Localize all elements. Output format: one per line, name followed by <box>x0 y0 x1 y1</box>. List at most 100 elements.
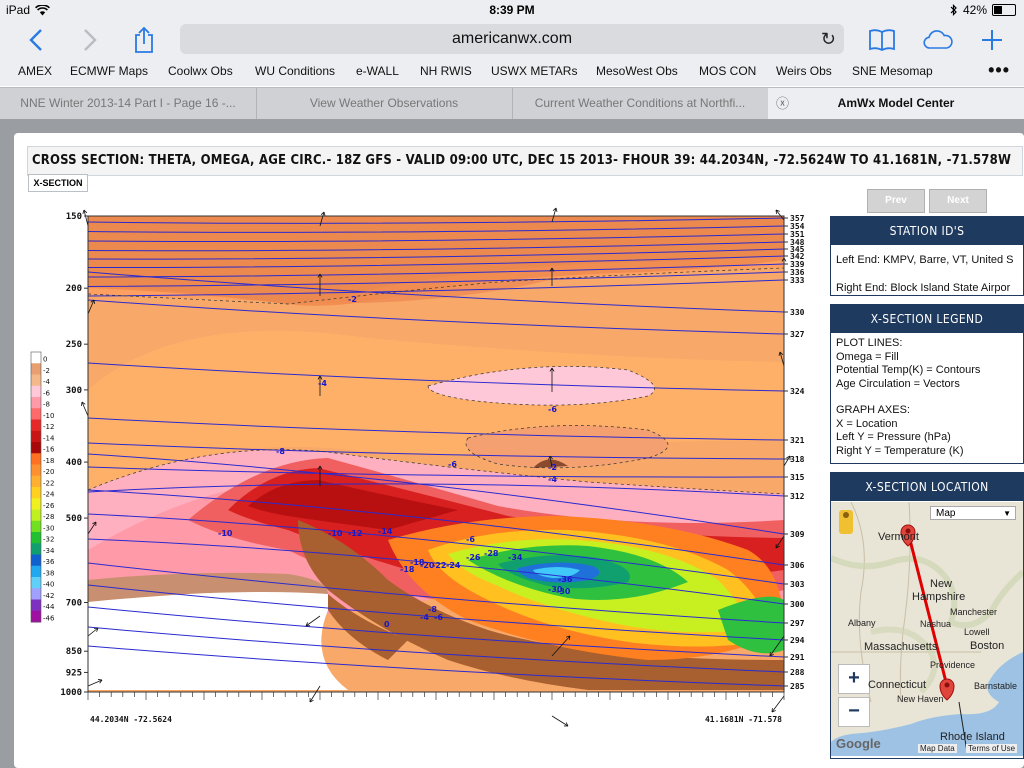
status-bar: iPad 8:39 PM 42% <box>0 0 1024 20</box>
tab-label: NNE Winter 2013-14 Part I - Page 16 -... <box>20 96 236 110</box>
tab-label: AmWx Model Center <box>837 96 955 110</box>
colorbar-label: -6 <box>43 389 51 397</box>
omega-contour-label: -6 <box>466 535 475 544</box>
colorbar-label: -38 <box>43 569 54 577</box>
station-id-body: Left End: KMPV, Barre, VT, United S Righ… <box>831 245 1023 299</box>
temperature-tick-label: 294 <box>790 636 805 645</box>
legend-line: Omega = Fill <box>836 350 899 363</box>
temperature-tick-label: 300 <box>790 600 805 609</box>
legend-line: Potential Temp(K) = Contours <box>836 364 981 376</box>
omega-contour-label: -26 <box>466 553 481 562</box>
temperature-tick-label: 285 <box>790 682 805 691</box>
forward-chevron-icon[interactable] <box>74 24 106 56</box>
bookmark-mesowest-obs[interactable]: MesoWest Obs <box>596 64 678 78</box>
temperature-tick-label: 306 <box>790 561 805 570</box>
legend-header: X-SECTION LEGEND <box>831 305 1023 333</box>
bookmark-sne-mesomap[interactable]: SNE Mesomap <box>852 64 933 78</box>
cloud-icon[interactable] <box>922 24 954 56</box>
zoom-in-button[interactable]: + <box>838 664 870 694</box>
bookmark-uswx-metars[interactable]: USWX METARs <box>491 64 577 78</box>
close-tab-icon[interactable]: ⓧ <box>776 88 789 119</box>
bookmark-coolwx-obs[interactable]: Coolwx Obs <box>168 64 233 78</box>
tab-amwx-model-center[interactable]: ⓧ AmWx Model Center <box>768 88 1024 119</box>
colorbar-swatch <box>31 599 41 612</box>
pressure-axis: 150 200 250 300 400 500 700 850 925 1000 <box>60 212 88 698</box>
temperature-tick-label: 312 <box>790 492 805 501</box>
omega-contour-label: 0 <box>384 620 390 629</box>
bookmark-weirs-obs[interactable]: Weirs Obs <box>776 64 832 78</box>
omega-contour-label: -24 <box>446 561 461 570</box>
battery-percent: 42% <box>962 3 987 17</box>
tab-view-weather-observations[interactable]: View Weather Observations <box>256 88 513 119</box>
terms-of-use-link[interactable]: Terms of Use <box>966 744 1018 753</box>
colorbar-label: -22 <box>43 479 54 487</box>
tab-current-weather-conditions[interactable]: Current Weather Conditions at Northfi... <box>512 88 769 119</box>
temperature-tick-label: 309 <box>790 530 805 539</box>
circulation-vector <box>771 695 785 713</box>
colorbar-swatch <box>31 610 41 623</box>
omega-contour-label: -10 <box>328 529 343 538</box>
next-button[interactable]: Next <box>929 189 987 213</box>
pressure-tick-label: 200 <box>66 284 82 294</box>
browser-toolbar: americanwx.com ↻ <box>0 20 1024 60</box>
colorbar-swatch <box>31 509 41 522</box>
omega-contour-label: -2 <box>548 463 557 472</box>
temperature-tick-label: 315 <box>790 473 805 482</box>
pressure-tick-label: 850 <box>66 647 82 657</box>
colorbar-swatch <box>31 464 41 477</box>
tab-nne-winter[interactable]: NNE Winter 2013-14 Part I - Page 16 -... <box>0 88 257 119</box>
bookmark-ecmwf-maps[interactable]: ECMWF Maps <box>70 64 148 78</box>
colorbar: 0 -2 -4 -6 -8 -10 -12 -14 -16 -18 -20 -22 -24 -26 -28 -… <box>30 351 55 623</box>
url-text: americanwx.com <box>451 30 573 47</box>
bookmark-nh-rwis[interactable]: NH RWIS <box>420 64 472 78</box>
share-icon[interactable] <box>128 24 160 56</box>
zoom-out-button[interactable]: − <box>838 697 870 727</box>
legend-line: PLOT LINES: <box>836 337 903 349</box>
colorbar-swatch <box>31 397 41 409</box>
omega-contour-label: -12 <box>348 529 362 538</box>
plus-icon[interactable] <box>976 24 1008 56</box>
map-data-link[interactable]: Map Data <box>918 744 957 753</box>
back-chevron-icon[interactable] <box>20 24 52 56</box>
colorbar-swatch <box>31 453 41 465</box>
map-type-label: Map <box>936 508 956 519</box>
temperature-axis: 3573543513483453423393363333303273243213… <box>784 214 805 691</box>
legend-line: GRAPH AXES: <box>836 404 910 416</box>
omega-contour-label: -28 <box>484 549 499 558</box>
omega-contour-label: -4 <box>318 379 327 388</box>
more-bookmarks-icon[interactable]: ••• <box>988 60 1010 81</box>
omega-contour-label: -30 <box>556 587 571 596</box>
temperature-tick-label: 303 <box>790 580 805 589</box>
temperature-tick-label: 291 <box>790 653 805 662</box>
address-bar[interactable]: americanwx.com ↻ <box>180 24 844 54</box>
temperature-tick-label: 330 <box>790 308 805 317</box>
bookmark-amex[interactable]: AMEX <box>18 64 52 78</box>
battery-icon <box>992 4 1016 16</box>
pressure-tick-label: 150 <box>66 212 82 222</box>
bookmark-e-wall[interactable]: e-WALL <box>356 64 399 78</box>
prev-button[interactable]: Prev <box>867 189 925 213</box>
colorbar-swatch <box>31 554 41 567</box>
omega-contour-label: -36 <box>558 575 573 584</box>
pressure-tick-label: 250 <box>66 340 82 350</box>
map-label-manchester: Manchester <box>950 607 998 617</box>
reload-icon[interactable]: ↻ <box>821 24 836 54</box>
location-axis: 44.2034N -72.5624 41.1681N -71.578 <box>87 692 785 724</box>
tab-bar: NNE Winter 2013-14 Part I - Page 16 -...… <box>0 87 1024 119</box>
bookmark-wu-conditions[interactable]: WU Conditions <box>255 64 335 78</box>
status-right: 42% <box>950 3 1016 17</box>
bookmark-mos-con[interactable]: MOS CON <box>699 64 756 78</box>
colorbar-swatch <box>31 588 41 600</box>
colorbar-swatch <box>31 385 41 398</box>
colorbar-swatch <box>31 543 41 555</box>
legend-line: Right Y = Temperature (K) <box>836 444 964 457</box>
x-section-legend-box: X-SECTION LEGEND PLOT LINES: Omega = Fil… <box>830 304 1024 464</box>
book-icon[interactable] <box>866 24 898 56</box>
map-type-select[interactable]: Map ▼ <box>930 506 1016 520</box>
colorbar-swatch <box>31 520 41 533</box>
map-label-boston: Boston <box>970 640 1005 652</box>
colorbar-swatch <box>31 363 41 375</box>
colorbar-label: -46 <box>43 614 55 622</box>
temperature-tick-label: 318 <box>790 455 805 464</box>
colorbar-label: -32 <box>43 536 54 544</box>
